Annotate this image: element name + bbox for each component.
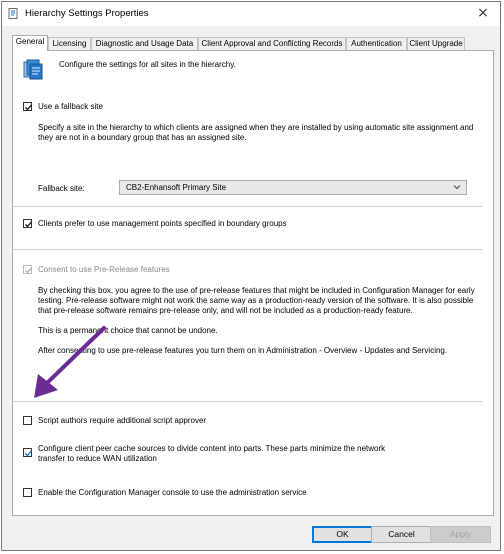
script-approver-checkbox[interactable] xyxy=(23,416,32,425)
fallback-site-field-label: Fallback site: xyxy=(38,184,85,193)
prerelease-description: By checking this box, you agree to the u… xyxy=(38,286,475,315)
tab-strip: General Licensing Diagnostic and Usage D… xyxy=(12,35,492,51)
ok-button[interactable]: OK xyxy=(312,526,373,543)
window-title: Hierarchy Settings Properties xyxy=(25,8,149,19)
tab-diagnostic-usage-data[interactable]: Diagnostic and Usage Data xyxy=(91,37,198,50)
fallback-site-select[interactable]: CB2-Enhansoft Primary Site xyxy=(119,180,467,195)
admin-service-checkbox[interactable] xyxy=(23,488,32,497)
admin-service-label: Enable the Configuration Manager console… xyxy=(38,488,307,497)
tab-general[interactable]: General xyxy=(12,35,48,51)
hierarchy-settings-icon xyxy=(22,59,44,83)
management-points-checkbox[interactable] xyxy=(23,219,32,228)
fallback-site-label: Use a fallback site xyxy=(38,102,103,111)
fallback-site-value: CB2-Enhansoft Primary Site xyxy=(126,183,227,192)
section-divider xyxy=(13,249,483,250)
prerelease-checkbox xyxy=(23,265,32,274)
general-tab-panel: Configure the settings for all sites in … xyxy=(12,50,494,516)
peer-cache-label: Configure client peer cache sources to d… xyxy=(38,444,386,463)
script-approver-label: Script authors require additional script… xyxy=(38,416,207,425)
properties-icon xyxy=(8,8,19,19)
tab-client-upgrade[interactable]: Client Upgrade xyxy=(407,37,465,50)
fallback-site-checkbox[interactable] xyxy=(23,102,32,111)
title-bar[interactable]: Hierarchy Settings Properties × xyxy=(2,2,500,26)
tab-licensing[interactable]: Licensing xyxy=(48,37,91,50)
management-points-label: Clients prefer to use management points … xyxy=(38,219,287,228)
tab-client-approval[interactable]: Client Approval and Conflicting Records xyxy=(198,37,346,50)
cancel-button[interactable]: Cancel xyxy=(371,526,432,543)
fallback-description: Specify a site in the hierarchy to which… xyxy=(38,123,474,142)
section-divider xyxy=(13,206,483,207)
close-button[interactable]: × xyxy=(466,2,500,26)
tab-authentication[interactable]: Authentication xyxy=(346,37,407,50)
apply-button[interactable]: Apply xyxy=(430,526,491,543)
annotation-arrow-icon xyxy=(34,326,106,398)
prerelease-label: Consent to use Pre-Release features xyxy=(38,265,170,274)
intro-text: Configure the settings for all sites in … xyxy=(59,60,236,69)
peer-cache-checkbox[interactable] xyxy=(23,448,32,457)
chevron-down-icon xyxy=(453,183,461,193)
dialog-window: Hierarchy Settings Properties × General … xyxy=(1,1,501,551)
